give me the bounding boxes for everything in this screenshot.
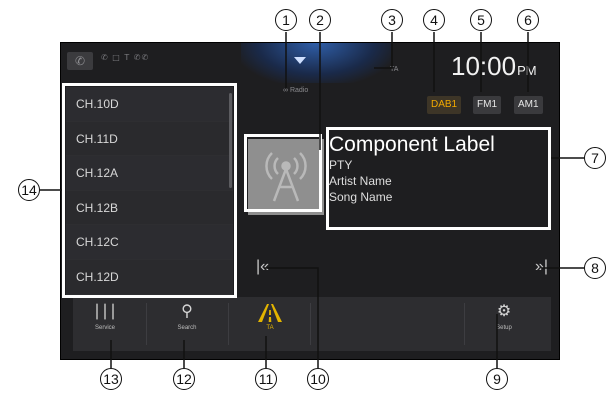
divider [228,303,229,345]
service-icon: ∣∣∣ [93,303,117,320]
clock: 10:00PM [451,51,537,82]
source-glow [241,43,391,83]
callout-box-channel-list [62,83,237,298]
callout-number-1: 1 [275,9,297,31]
divider [310,303,311,345]
callout-box-info [326,127,551,230]
source-dropdown-icon[interactable] [294,57,306,64]
callout-number-12: 12 [173,368,195,390]
band-fm1-button[interactable]: FM1 [473,96,501,114]
ta-label: TA [266,325,274,331]
callout-number-3: 3 [381,9,403,31]
callout-number-13: 13 [100,368,122,390]
callout-number-6: 6 [517,9,539,31]
callout-number-5: 5 [470,9,492,31]
callout-number-7: 7 [584,147,606,169]
source-name-label: Radio [289,87,309,94]
callout-number-11: 11 [255,368,277,390]
seek-forward-icon[interactable]: »| [535,258,548,276]
callout-number-2: 2 [309,9,331,31]
search-icon: ⚲ [181,303,193,320]
search-label: Search [177,325,197,331]
callout-number-10: 10 [307,368,329,390]
gear-icon: ⚙ [496,303,512,320]
callout-number-9: 9 [486,368,508,390]
ta-button[interactable]: TA [240,297,300,351]
bottom-bar: ∣∣∣ Service ⚲ Search TA ⚙ Setup [73,297,551,351]
status-icons: ✆ □ T ✆✆ [101,53,150,62]
callout-number-14: 14 [18,179,40,201]
service-label: Service [94,325,115,331]
divider [146,303,147,345]
source-name: ∞ Radio [283,87,309,94]
traffic-announcement-icon [240,297,300,325]
phone-icon[interactable]: ✆ [67,52,93,70]
setup-label: Setup [496,325,512,331]
callout-number-8: 8 [584,257,606,279]
figure: ✆ ✆ □ T ✆✆ ∞ Radio TA 10:00PM DAB1 FM1 A… [0,0,613,402]
ta-indicator: TA [390,66,399,73]
seek-back-icon[interactable]: |« [256,258,269,276]
band-dab1-button[interactable]: DAB1 [427,96,462,114]
callout-box-album-art [244,134,322,212]
search-button[interactable]: ⚲ Search [157,297,217,351]
divider [464,303,465,345]
clock-ampm: PM [517,63,537,78]
service-button[interactable]: ∣∣∣ Service [75,297,135,351]
clock-time: 10:00 [451,51,517,81]
band-am1-button[interactable]: AM1 [514,96,543,114]
setup-button[interactable]: ⚙ Setup [474,297,534,351]
callout-number-4: 4 [423,9,445,31]
